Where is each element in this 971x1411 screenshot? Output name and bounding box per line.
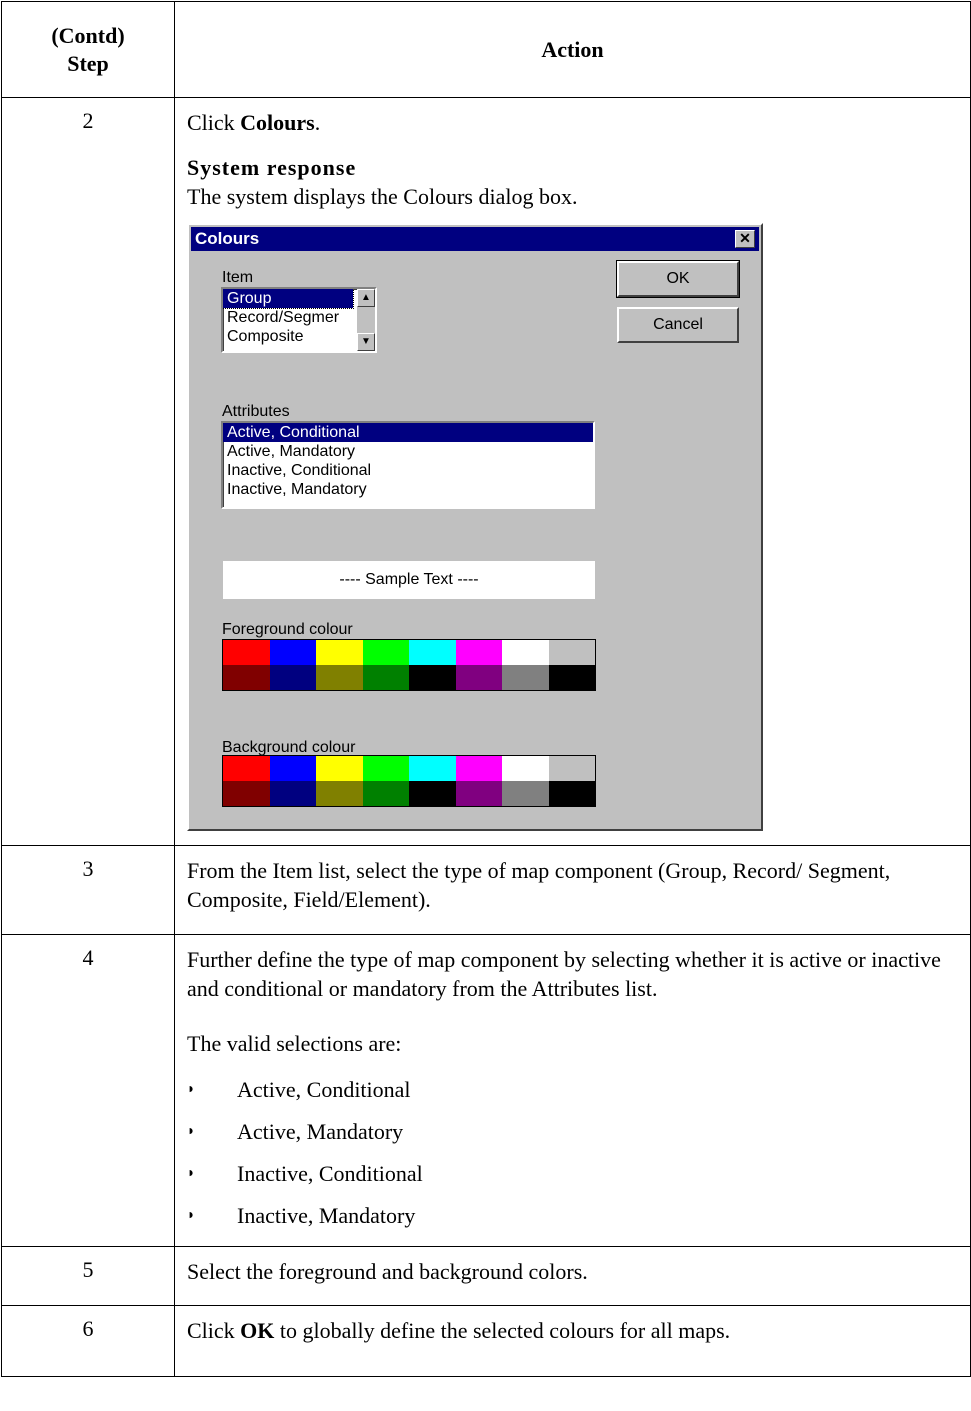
foreground-colour-palette[interactable] xyxy=(222,639,596,691)
action-cell: From the Item list, select the type of m… xyxy=(174,845,971,935)
colour-swatch[interactable] xyxy=(409,640,456,665)
step-header-line2: Step xyxy=(67,50,109,76)
table-row: 4 Further define the type of map compone… xyxy=(1,934,971,1247)
colour-swatch[interactable] xyxy=(362,781,409,806)
action-column-header: Action xyxy=(174,1,971,98)
steps-table: (Contd) Step Action 2 Click Colours. Sys… xyxy=(1,1,971,1377)
system-response-heading: System response xyxy=(187,155,357,180)
colour-swatch[interactable] xyxy=(455,781,502,806)
colour-swatch[interactable] xyxy=(269,781,316,806)
list-item[interactable]: Composite xyxy=(223,327,375,346)
colour-swatch[interactable] xyxy=(223,756,270,781)
colour-swatch[interactable] xyxy=(409,665,456,690)
step-column-header: (Contd) Step xyxy=(1,1,175,98)
item-scrollbar[interactable]: ▲ ▼ xyxy=(357,289,375,351)
action-cell: Select the foreground and background col… xyxy=(174,1246,971,1306)
action-text: Click Colours. xyxy=(187,110,321,135)
list-item[interactable]: Active, Mandatory xyxy=(223,442,593,461)
colour-swatch[interactable] xyxy=(316,640,363,665)
cancel-button[interactable]: Cancel xyxy=(617,307,739,343)
system-response-text: The system displays the Colours dialog b… xyxy=(187,184,578,209)
table-row: 5 Select the foreground and background c… xyxy=(1,1246,971,1306)
colour-swatch[interactable] xyxy=(502,756,549,781)
bullet-icon: ◗ xyxy=(187,1165,196,1181)
dialog-title: Colours xyxy=(195,229,260,248)
colour-swatch[interactable] xyxy=(409,756,456,781)
bullet-icon: ◗ xyxy=(187,1123,196,1139)
colour-swatch[interactable] xyxy=(269,665,316,690)
colour-swatch[interactable] xyxy=(502,640,549,665)
colour-swatch[interactable] xyxy=(502,665,549,690)
step-number: 5 xyxy=(1,1246,175,1306)
table-row: 3 From the Item list, select the type of… xyxy=(1,845,971,935)
scroll-down-icon[interactable]: ▼ xyxy=(357,333,375,351)
colour-swatch[interactable] xyxy=(362,665,409,690)
list-item[interactable]: Inactive, Conditional xyxy=(223,461,593,480)
colour-swatch[interactable] xyxy=(223,665,270,690)
dialog-titlebar: Colours ✕ xyxy=(191,227,759,251)
colour-swatch[interactable] xyxy=(316,781,363,806)
colour-swatch[interactable] xyxy=(223,781,270,806)
action-text: The valid selections are: xyxy=(187,1031,402,1056)
colour-swatch[interactable] xyxy=(409,781,456,806)
colour-swatch[interactable] xyxy=(502,781,549,806)
ok-button[interactable]: OK xyxy=(616,260,740,298)
step-number: 2 xyxy=(1,97,175,846)
action-text: Further define the type of map component… xyxy=(187,947,941,1001)
colour-swatch[interactable] xyxy=(223,640,270,665)
colour-swatch[interactable] xyxy=(455,640,502,665)
list-item[interactable]: Inactive, Mandatory xyxy=(223,480,593,499)
item-listbox[interactable]: Group Record/Segmer Composite ▲ ▼ xyxy=(221,287,377,353)
list-item[interactable]: Active, Conditional xyxy=(223,423,593,442)
colour-swatch[interactable] xyxy=(455,756,502,781)
colour-swatch[interactable] xyxy=(362,640,409,665)
colour-swatch[interactable] xyxy=(269,640,316,665)
step-header-line1: (Contd) xyxy=(51,22,125,48)
colour-swatch[interactable] xyxy=(548,665,595,690)
list-item: ◗ Active, Conditional xyxy=(187,1076,411,1102)
list-item: ◗ Inactive, Conditional xyxy=(187,1160,423,1186)
step-number: 3 xyxy=(1,845,175,935)
step-number: 6 xyxy=(1,1305,175,1377)
colour-swatch[interactable] xyxy=(548,756,595,781)
colour-swatch[interactable] xyxy=(455,665,502,690)
list-item: ◗ Active, Mandatory xyxy=(187,1118,404,1144)
scroll-up-icon[interactable]: ▲ xyxy=(357,289,375,307)
list-item[interactable]: Record/Segmer xyxy=(223,308,375,327)
background-colour-palette[interactable] xyxy=(222,755,596,807)
attributes-listbox[interactable]: Active, Conditional Active, Mandatory In… xyxy=(221,421,595,509)
bullet-icon: ◗ xyxy=(187,1081,196,1097)
list-item[interactable]: Group xyxy=(223,289,354,309)
colour-swatch[interactable] xyxy=(548,640,595,665)
colour-swatch[interactable] xyxy=(316,665,363,690)
table-row: 6 Click OK to globally define the select… xyxy=(1,1305,971,1377)
table-row: 2 Click Colours. System response The sys… xyxy=(1,97,971,846)
sample-text-preview: ---- Sample Text ---- xyxy=(223,561,595,599)
colour-swatch[interactable] xyxy=(269,756,316,781)
bullet-icon: ◗ xyxy=(187,1207,196,1223)
list-item: ◗ Inactive, Mandatory xyxy=(187,1202,416,1228)
colour-swatch[interactable] xyxy=(316,756,363,781)
action-cell: Click OK to globally define the selected… xyxy=(174,1305,971,1377)
valid-selections-list: ◗ Active, Conditional ◗ Active, Mandatory … xyxy=(187,1068,958,1236)
close-icon[interactable]: ✕ xyxy=(735,230,755,248)
colour-swatch[interactable] xyxy=(548,781,595,806)
action-cell: Click Colours. System response The syste… xyxy=(174,97,971,846)
action-cell: Further define the type of map component… xyxy=(174,934,971,1247)
colours-dialog: Colours ✕ Item Group Record/Segmer Compo… xyxy=(187,223,763,831)
colour-swatch[interactable] xyxy=(362,756,409,781)
step-number: 4 xyxy=(1,934,175,1247)
